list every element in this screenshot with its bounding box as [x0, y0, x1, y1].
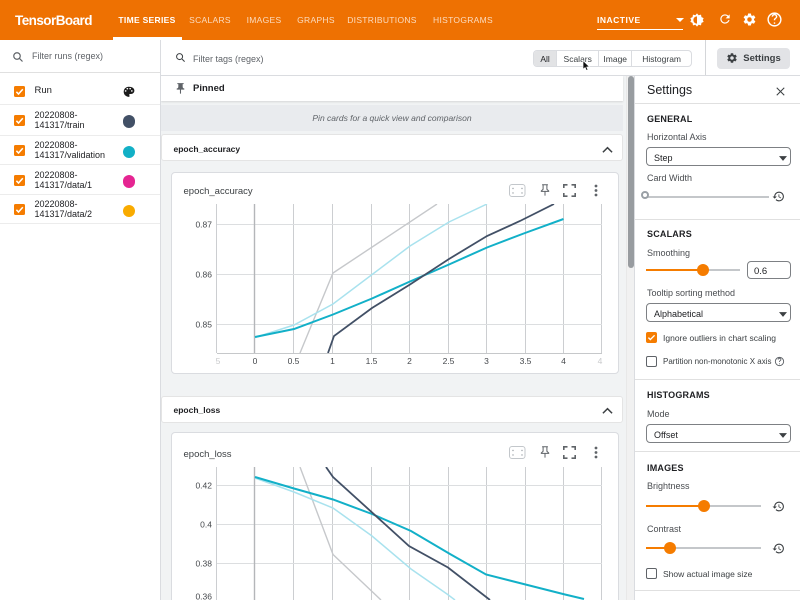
svg-text:0.38: 0.38 [195, 559, 212, 569]
svg-text:3.5: 3.5 [520, 356, 532, 366]
svg-text:2.5: 2.5 [443, 356, 455, 366]
svg-text:0.36: 0.36 [195, 592, 212, 600]
svg-text:5: 5 [216, 356, 221, 366]
svg-text:3: 3 [484, 356, 489, 366]
svg-text:4: 4 [598, 356, 603, 366]
svg-text:4: 4 [561, 356, 566, 366]
svg-text:0.86: 0.86 [195, 270, 212, 280]
svg-text:0.5: 0.5 [288, 356, 300, 366]
svg-text:0: 0 [253, 356, 258, 366]
svg-text:0.42: 0.42 [195, 481, 212, 491]
svg-text:epoch_loss: epoch_loss [184, 449, 232, 460]
svg-text:0.87: 0.87 [195, 220, 212, 230]
svg-text:2: 2 [407, 356, 412, 366]
svg-text:1: 1 [330, 356, 335, 366]
svg-text:0.4: 0.4 [200, 520, 212, 530]
svg-text:1.5: 1.5 [366, 356, 378, 366]
svg-text:epoch_accuracy: epoch_accuracy [184, 186, 253, 197]
svg-text:0.85: 0.85 [195, 320, 212, 330]
